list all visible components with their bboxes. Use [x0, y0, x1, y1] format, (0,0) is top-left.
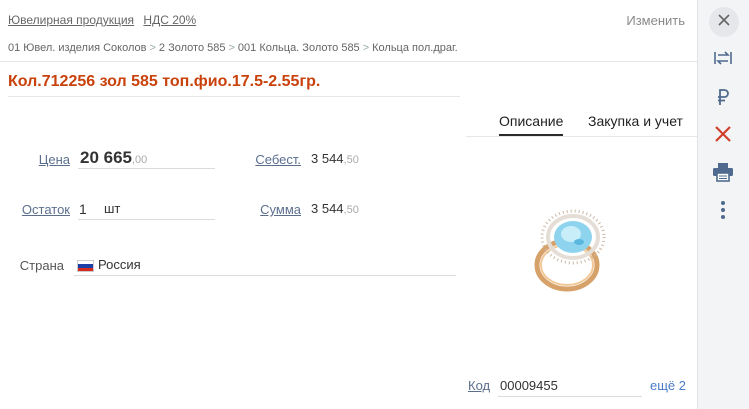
sum-label[interactable]: Сумма: [240, 202, 301, 217]
cost-label[interactable]: Себест.: [240, 152, 301, 167]
edit-button[interactable]: Изменить: [626, 13, 685, 28]
tab-description[interactable]: Описание: [499, 113, 564, 136]
divider: [466, 136, 697, 137]
breadcrumb-item[interactable]: 01 Ювел. изделия Соколов: [8, 42, 146, 54]
breadcrumb: 01 Ювел. изделия Соколов >2 Золото 585 >00…: [8, 42, 458, 54]
sum-value: 3 544: [311, 201, 344, 216]
stock-unit: шт: [104, 201, 121, 216]
print-button[interactable]: [710, 161, 736, 187]
rail-buttons: [697, 0, 749, 409]
chevron-right-icon: >: [228, 42, 235, 54]
country-label: Страна: [19, 258, 64, 273]
delete-button[interactable]: [710, 123, 736, 149]
breadcrumb-item[interactable]: 2 Золото 585: [159, 42, 226, 54]
tab-purchase[interactable]: Закупка и учет: [588, 113, 683, 129]
category-link[interactable]: Ювелирная продукция: [8, 13, 134, 27]
chevron-right-icon: >: [362, 42, 370, 54]
swap-button[interactable]: [710, 47, 736, 73]
price-decimals: ,00: [132, 154, 148, 166]
vat-link[interactable]: НДС 20%: [143, 13, 196, 27]
top-links: Ювелирная продукция НДС 20%: [8, 13, 202, 27]
product-card: Ювелирная продукция НДС 20% Изменить 01 …: [0, 0, 697, 409]
sum-field: 3 544,50: [311, 201, 359, 216]
price-underline: [78, 168, 215, 169]
more-vertical-icon: [720, 200, 726, 225]
print-icon: [712, 162, 734, 187]
cost-field: 3 544,50: [311, 151, 359, 166]
code-value[interactable]: 00009455: [500, 378, 558, 393]
more-button[interactable]: [710, 199, 736, 225]
divider: [8, 96, 460, 97]
price-label[interactable]: Цена: [20, 152, 70, 167]
stock-label[interactable]: Остаток: [10, 202, 70, 217]
swap-icon: [713, 49, 733, 72]
price-value: 20 665: [80, 148, 132, 167]
country-underline: [74, 275, 456, 276]
code-underline: [498, 396, 642, 397]
price-button[interactable]: [710, 86, 736, 112]
product-image[interactable]: [519, 201, 629, 306]
chevron-right-icon: >: [149, 42, 156, 54]
stock-value[interactable]: 1: [79, 201, 87, 217]
product-title: Кол.712256 зол 585 топ.фио.17.5-2.55гр.: [8, 73, 321, 90]
delete-icon: [714, 125, 732, 148]
ruble-icon: [716, 88, 730, 111]
country-value[interactable]: Россия: [98, 257, 141, 272]
sum-decimals: ,50: [343, 204, 359, 216]
breadcrumb-item[interactable]: Кольца пол.драг.: [372, 42, 458, 54]
more-codes-link[interactable]: ещё 2: [650, 378, 686, 393]
code-label[interactable]: Код: [468, 378, 490, 393]
cost-decimals: ,50: [343, 154, 359, 166]
breadcrumb-item[interactable]: 001 Кольца. Золото 585: [238, 42, 360, 54]
price-field[interactable]: 20 665,00: [80, 148, 147, 168]
divider: [0, 61, 697, 62]
russia-flag-icon: [77, 260, 94, 272]
stock-underline: [78, 219, 215, 220]
cost-value: 3 544: [311, 151, 344, 166]
